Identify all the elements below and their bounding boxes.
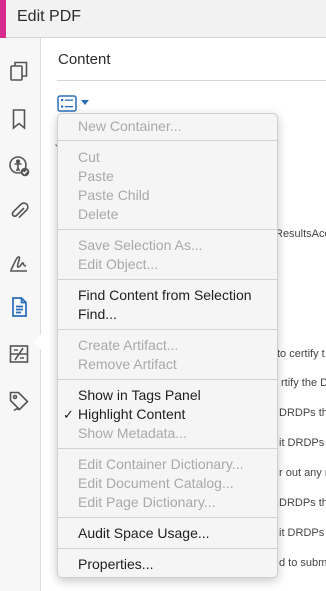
content-options-menu: New Container... Cut Paste Paste Child D… [57, 113, 278, 578]
menu-item-create-artifact: Create Artifact... [78, 337, 179, 353]
menu-item-edit-document-catalog: Edit Document Catalog... [78, 475, 234, 491]
attachment-icon[interactable] [6, 198, 32, 224]
menu-separator [58, 517, 277, 518]
menu-separator [58, 229, 277, 230]
menu-item-remove-artifact: Remove Artifact [78, 356, 177, 372]
chevron-down-icon [81, 100, 89, 105]
bookmark-icon[interactable] [6, 106, 32, 132]
content-node-text: it DRDPs [279, 437, 325, 449]
options-menu-button[interactable] [57, 93, 97, 113]
menu-item-label: Highlight Content [78, 406, 186, 422]
tool-title: Edit PDF [17, 8, 82, 25]
menu-item-show-in-tags-panel[interactable]: Show in Tags Panel [58, 386, 277, 405]
content-node-text: DRDPs tha [279, 497, 326, 509]
menu-item-edit-object: Edit Object... [78, 256, 159, 272]
menu-item-paste: Paste [78, 168, 114, 184]
content-node-text: d to subm [279, 557, 326, 569]
signature-icon[interactable] [6, 249, 32, 275]
menu-item-edit-page-dictionary: Edit Page Dictionary... [78, 494, 216, 510]
menu-separator [58, 140, 277, 141]
left-navigation-rail [0, 38, 42, 591]
menu-item-highlight-content[interactable]: ✓ Highlight Content [58, 405, 277, 424]
compare-icon[interactable] [6, 341, 32, 367]
content-icon[interactable] [6, 294, 32, 320]
title-bar: Edit PDF [0, 0, 326, 38]
menu-item-properties[interactable]: Properties... [58, 555, 277, 574]
content-node-text: to certify t [277, 348, 325, 360]
content-node-text: ResultsAcc [275, 228, 326, 240]
menu-item-find-content-from-selection[interactable]: Find Content from Selection [58, 286, 277, 305]
menu-separator [58, 379, 277, 380]
panel-divider [57, 80, 326, 81]
menu-separator [58, 548, 277, 549]
menu-separator [58, 329, 277, 330]
menu-item-new-container: New Container... [78, 118, 182, 134]
menu-item-delete: Delete [78, 206, 119, 222]
content-node-text: rtify the D [281, 377, 326, 389]
panel-title: Content [58, 51, 111, 68]
menu-item-paste-child: Paste Child [78, 187, 150, 203]
content-node-text: r out any r [279, 467, 326, 479]
checkmark-icon: ✓ [63, 407, 74, 422]
list-options-icon [57, 94, 77, 112]
menu-item-find[interactable]: Find... [58, 305, 277, 324]
menu-item-edit-container-dictionary: Edit Container Dictionary... [78, 456, 244, 472]
content-node-text: DRDPs tha [279, 407, 326, 419]
menu-item-save-selection-as: Save Selection As... [78, 237, 203, 253]
menu-separator [58, 279, 277, 280]
pages-icon[interactable] [6, 58, 32, 84]
menu-item-show-metadata: Show Metadata... [78, 425, 187, 441]
menu-item-cut: Cut [78, 149, 100, 165]
content-node-text: it DRDPs [279, 527, 325, 539]
accessibility-check-icon[interactable] [6, 153, 32, 179]
tags-icon[interactable] [6, 388, 32, 414]
menu-item-audit-space-usage[interactable]: Audit Space Usage... [58, 524, 277, 543]
tool-accent-bar [0, 0, 6, 38]
menu-separator [58, 448, 277, 449]
